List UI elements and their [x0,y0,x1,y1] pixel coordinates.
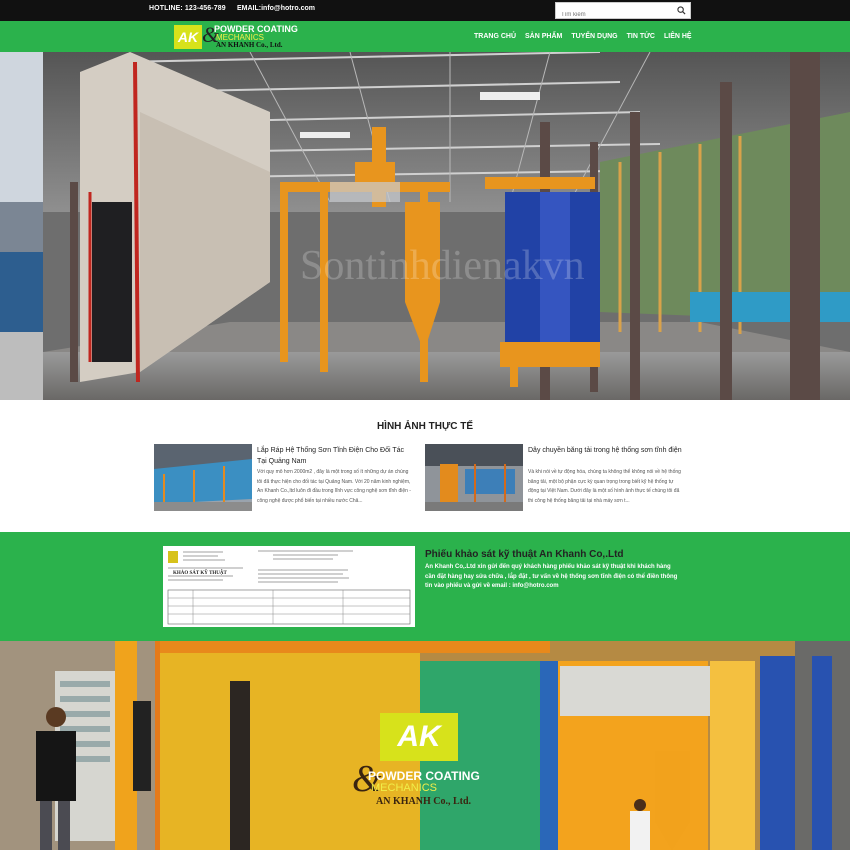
news-title-2[interactable]: Dây chuyền băng tải trong hệ thống sơn t… [528,445,684,456]
logo-ak-mark: AK [174,25,202,49]
news-item-2[interactable]: Dây chuyền băng tải trong hệ thống sơn t… [425,444,685,514]
hero-watermark: Sontinhdienakvn [300,243,585,289]
news-item-1[interactable]: Lắp Ráp Hệ Thống Sơn Tĩnh Điện Cho Đối T… [154,444,414,514]
nav-home[interactable]: TRANG CHỦ [474,33,516,40]
section-title: HÌNH ẢNH THỰC TẾ [376,421,474,432]
logo-line-3: AN KHANH Co., Ltd. [216,41,283,49]
company-logo[interactable]: AK & POWDER COATING MECHANICS AN KHANH C… [174,22,298,50]
bottom-logo-line-2: MECHANICS [371,782,438,794]
news-desc-1: Với quy mô hơn 2000m2 , đây là một trong… [257,469,411,504]
news-title-1[interactable]: Lắp Ráp Hệ Thống Sơn Tĩnh Điện Cho Đối T… [257,445,413,467]
nav-products[interactable]: SẢN PHẨM [525,33,562,40]
news-thumbnail-1[interactable] [154,444,252,511]
main-menu: TRANG CHỦ SẢN PHẨM TUYỂN DỤNG TIN TỨC LI… [474,33,692,40]
search-box [555,2,691,23]
survey-form-image[interactable]: KHẢO SÁT KỸ THUẬT [163,546,415,627]
news-thumbnail-2[interactable] [425,444,523,511]
survey-title[interactable]: Phiếu khảo sát kỹ thuật An Khanh Co,.Ltd [425,549,624,560]
main-navbar [0,21,850,52]
bottom-logo-ak-mark: AK [380,713,458,761]
nav-news[interactable]: TIN TỨC [627,33,655,40]
top-bar: HOTLINE: 123-456-789 EMAIL:info@hotro.co… [0,0,850,23]
survey-doc-header: KHẢO SÁT KỸ THUẬT [173,570,228,576]
bottom-logo-line-3: AN KHANH Co., Ltd. [376,796,472,807]
bottom-company-logo: AK & POWDER COATING MECHANICS AN KHANH C… [352,713,492,813]
survey-description: An Khanh Co,.Ltd xin gửi đến quý khách h… [425,564,678,590]
hotline-text: HOTLINE: 123-456-789 [149,5,226,12]
email-text[interactable]: EMAIL:info@hotro.com [237,5,315,12]
nav-contact[interactable]: LIÊN HỆ [664,33,692,40]
nav-recruitment[interactable]: TUYỂN DỤNG [571,33,617,40]
search-icon[interactable] [677,6,686,15]
factory-hero-illustration [0,52,850,400]
bottom-logo-line-1: POWDER COATING [368,769,480,783]
hero-banner-image: Sontinhdienakvn [0,52,850,400]
news-desc-2: Và khi nói về tự động hóa, chúng ta khôn… [528,469,681,504]
